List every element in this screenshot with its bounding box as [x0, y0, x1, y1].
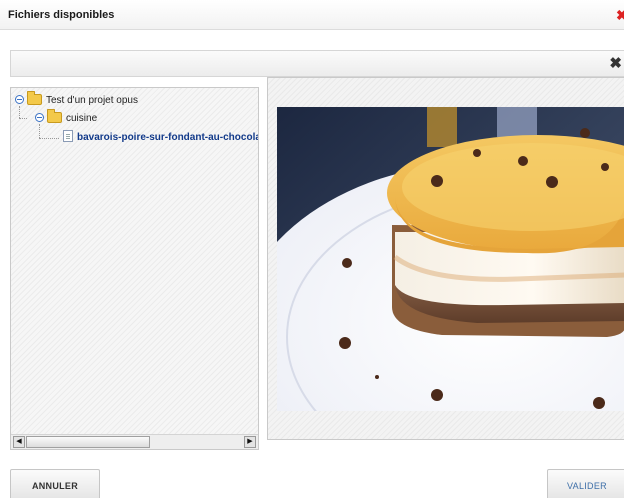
tree-item-cuisine[interactable]: cuisine [35, 108, 98, 126]
folder-icon [47, 108, 62, 123]
tree-connector [39, 138, 59, 139]
dessert-photo-illustration [277, 107, 624, 411]
tree-item-label: cuisine [66, 113, 98, 124]
dessert-preview-image [277, 107, 624, 411]
validate-button[interactable]: VALIDER [547, 469, 624, 498]
dialog-title: Fichiers disponibles [8, 9, 115, 21]
dialog-title-bar: Fichiers disponibles ✖ [0, 0, 624, 30]
scroll-left-icon[interactable]: ◀ [13, 436, 25, 448]
tree-item-file[interactable]: bavarois-poire-sur-fondant-au-chocolat [63, 129, 258, 145]
cancel-button[interactable]: ANNULER [10, 469, 100, 498]
close-panel-icon[interactable]: ✖ [609, 54, 622, 72]
scrollbar-thumb[interactable] [26, 436, 150, 448]
file-icon [63, 130, 73, 143]
folder-icon [27, 90, 42, 105]
file-tree: Test d'un projet opus cuisine bavarois-p… [11, 88, 258, 428]
tree-connector [19, 118, 27, 119]
collapse-icon[interactable] [15, 94, 24, 104]
horizontal-scrollbar[interactable]: ◀ ▶ [11, 434, 258, 449]
tree-connector [39, 124, 40, 138]
file-tree-panel: Test d'un projet opus cuisine bavarois-p… [10, 87, 259, 450]
browser-toolbar: ✖ [10, 50, 624, 77]
image-preview-panel [267, 77, 624, 440]
tree-item-label: Test d'un projet opus [46, 95, 138, 106]
scroll-right-icon[interactable]: ▶ [244, 436, 256, 448]
tree-item-label: bavarois-poire-sur-fondant-au-chocolat [77, 132, 258, 143]
collapse-icon[interactable] [35, 112, 44, 122]
tree-item-project[interactable]: Test d'un projet opus [15, 90, 138, 108]
close-icon[interactable]: ✖ [616, 7, 624, 24]
